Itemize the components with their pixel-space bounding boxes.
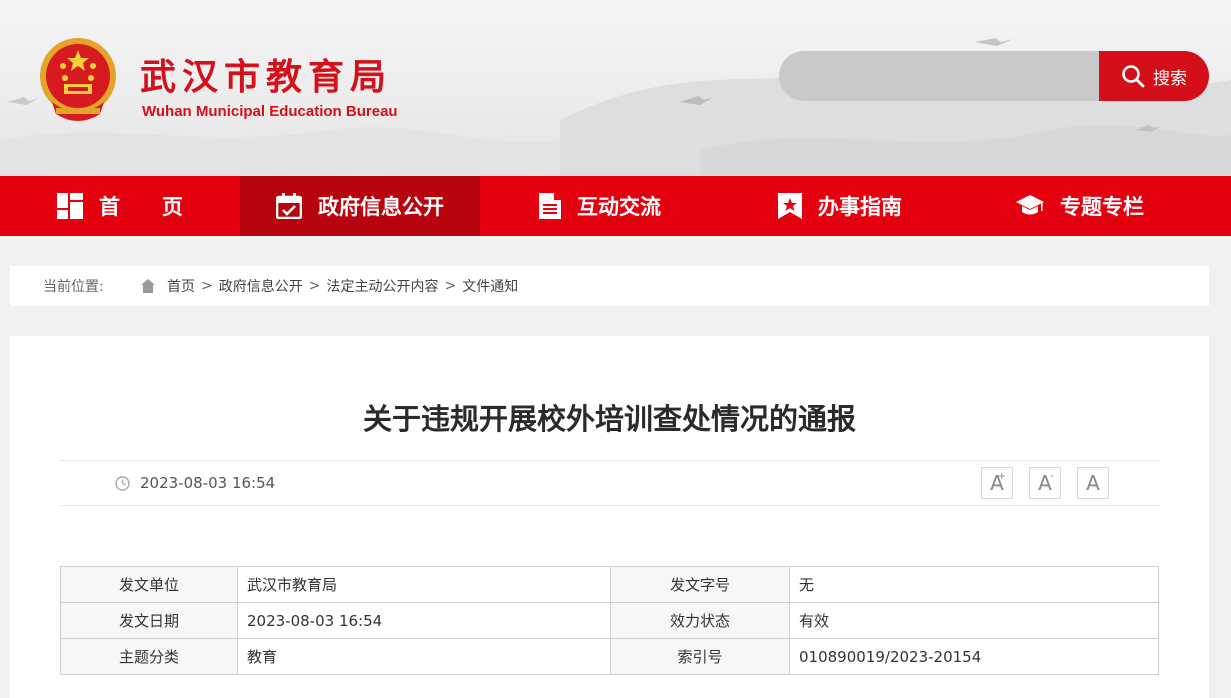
info-key: 发文日期 (60, 602, 238, 639)
article-meta-bar: 2023-08-03 16:54 A + A- A (60, 460, 1159, 506)
national-emblem-icon (40, 38, 116, 121)
bookmark-star-icon (778, 193, 802, 219)
breadcrumb-label: 当前位置: (43, 279, 104, 295)
graduation-cap-icon (1016, 195, 1044, 215)
site-subtitle: Wuhan Municipal Education Bureau (142, 103, 398, 120)
nav-item-label: 办事指南 (818, 195, 902, 219)
article-panel: 关于违规开展校外培训查处情况的通报 2023-08-03 16:54 A + A-… (10, 336, 1209, 698)
nav-item-interaction[interactable]: 互动交流 (480, 176, 720, 236)
site-title: 武汉市教育局 (140, 57, 393, 98)
nav-item-label: 首页 (99, 195, 225, 219)
breadcrumb-separator: > (308, 278, 321, 294)
breadcrumb-link-gov-info[interactable]: 政府信息公开 (219, 276, 303, 296)
info-value: 教育 (237, 638, 611, 675)
info-key: 效力状态 (610, 602, 790, 639)
document-info-table: 发文单位 武汉市教育局 发文字号 无 发文日期 2023-08-03 16:54… (60, 566, 1159, 675)
search-button-label: 搜索 (1153, 68, 1187, 89)
grid-icon (57, 193, 83, 219)
home-icon (141, 279, 155, 293)
main-nav: 首页 政府信息公开 互动交流 办事指南 专题专栏 (0, 176, 1231, 236)
search-input[interactable] (779, 51, 1099, 101)
info-value: 有效 (789, 602, 1159, 639)
breadcrumb-link-notices[interactable]: 文件通知 (462, 276, 518, 296)
info-key: 主题分类 (60, 638, 238, 675)
nav-item-topics[interactable]: 专题专栏 (960, 176, 1200, 236)
info-value: 无 (789, 566, 1159, 603)
table-row: 发文单位 武汉市教育局 发文字号 无 (60, 566, 1159, 603)
nav-item-gov-info[interactable]: 政府信息公开 (240, 176, 480, 236)
search-box: 搜索 (779, 51, 1209, 101)
breadcrumb-link-home[interactable]: 首页 (167, 276, 195, 296)
calendar-check-icon (276, 193, 302, 219)
info-key: 索引号 (610, 638, 790, 675)
breadcrumb-separator: > (444, 278, 457, 294)
font-increase-button[interactable]: A + (981, 467, 1013, 499)
nav-item-label: 互动交流 (577, 195, 661, 219)
nav-item-guide[interactable]: 办事指南 (720, 176, 960, 236)
table-row: 主题分类 教育 索引号 010890019/2023-20154 (60, 638, 1159, 675)
breadcrumb: 当前位置: 首页 > 政府信息公开 > 法定主动公开内容 > 文件通知 (10, 266, 1209, 306)
search-button[interactable]: 搜索 (1099, 51, 1209, 101)
breadcrumb-separator: > (201, 278, 213, 294)
publish-date-text: 2023-08-03 16:54 (140, 474, 276, 492)
info-value: 2023-08-03 16:54 (237, 602, 611, 639)
info-key: 发文单位 (60, 566, 238, 603)
font-size-controls: A + A- A (981, 467, 1109, 499)
info-value: 010890019/2023-20154 (789, 638, 1159, 675)
info-value: 武汉市教育局 (237, 566, 611, 603)
nav-item-home[interactable]: 首页 (0, 176, 240, 236)
font-reset-button[interactable]: A (1077, 467, 1109, 499)
info-key: 发文字号 (610, 566, 790, 603)
search-icon (1122, 65, 1145, 88)
nav-item-label: 专题专栏 (1060, 195, 1144, 219)
article-title: 关于违规开展校外培训查处情况的通报 (362, 402, 856, 436)
table-row: 发文日期 2023-08-03 16:54 效力状态 有效 (60, 602, 1159, 639)
font-reset-label: A (1086, 471, 1100, 495)
site-header: 武汉市教育局 Wuhan Municipal Education Bureau … (0, 0, 1231, 176)
document-icon (539, 193, 561, 219)
clock-icon (115, 475, 130, 491)
publish-date: 2023-08-03 16:54 (115, 461, 275, 505)
breadcrumb-link-statutory[interactable]: 法定主动公开内容 (326, 276, 438, 296)
font-decrease-button[interactable]: A- (1029, 467, 1061, 499)
nav-item-label: 政府信息公开 (318, 195, 444, 219)
